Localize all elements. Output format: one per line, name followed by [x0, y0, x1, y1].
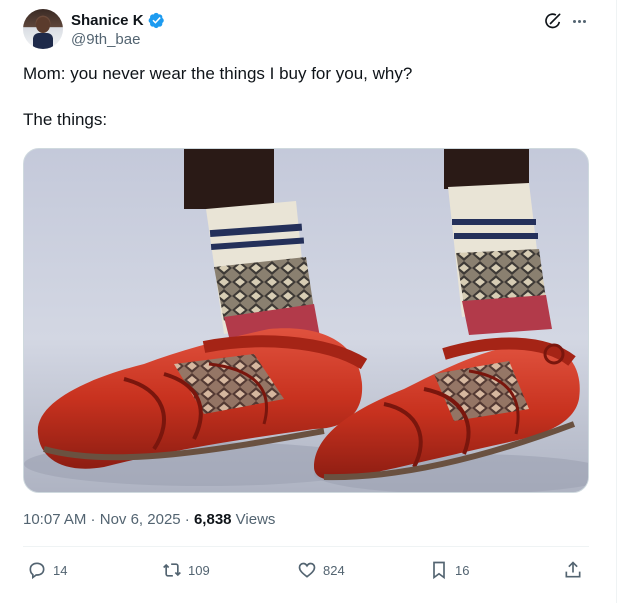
verified-badge-icon — [148, 12, 164, 28]
repost-button[interactable]: 109 — [162, 559, 210, 581]
more-icon[interactable] — [568, 11, 590, 31]
reply-icon — [29, 562, 45, 580]
bookmark-icon — [433, 561, 445, 580]
divider — [23, 546, 589, 547]
author-handle[interactable]: @9th_bae — [71, 31, 140, 48]
like-count: 824 — [323, 562, 345, 578]
views-label: Views — [231, 511, 276, 528]
reply-count: 14 — [53, 562, 68, 578]
tweet-photo[interactable] — [23, 148, 589, 493]
tweet-time[interactable]: 10:07 AM — [23, 511, 86, 528]
views-count: 6,838 — [193, 511, 232, 528]
author-name-row: Shanice K — [71, 10, 165, 30]
action-bar: 14 109 824 16 — [23, 555, 589, 585]
tweet-text-line: The things: — [23, 110, 108, 129]
avatar-shirt — [33, 33, 53, 49]
tweet-card: Shanice K @9th_bae Mom: you never wear t… — [0, 0, 617, 603]
share-icon — [565, 561, 581, 578]
repost-icon — [163, 563, 181, 577]
avatar[interactable] — [23, 9, 63, 49]
reply-button[interactable]: 14 — [27, 559, 67, 581]
shoes-photo-image — [24, 149, 588, 492]
tweet-meta: 10:07 AM · Nov 6, 2025 · 6,838 Views — [23, 511, 275, 528]
tweet-text-line: Mom: you never wear the things I buy for… — [23, 64, 413, 83]
tweet-text: Mom: you never wear the things I buy for… — [23, 62, 593, 132]
heart-icon — [298, 562, 316, 578]
share-button[interactable] — [563, 559, 583, 581]
author-name[interactable]: Shanice K — [71, 12, 144, 29]
repost-count: 109 — [188, 562, 210, 578]
meta-separator: · — [86, 511, 100, 528]
grok-icon[interactable] — [543, 11, 563, 31]
like-button[interactable]: 824 — [297, 559, 345, 581]
bookmark-button[interactable]: 16 — [429, 559, 469, 581]
tweet-date[interactable]: Nov 6, 2025 — [100, 511, 181, 528]
avatar-face — [36, 17, 50, 33]
bookmark-count: 16 — [455, 562, 470, 578]
meta-separator: · — [180, 511, 194, 528]
